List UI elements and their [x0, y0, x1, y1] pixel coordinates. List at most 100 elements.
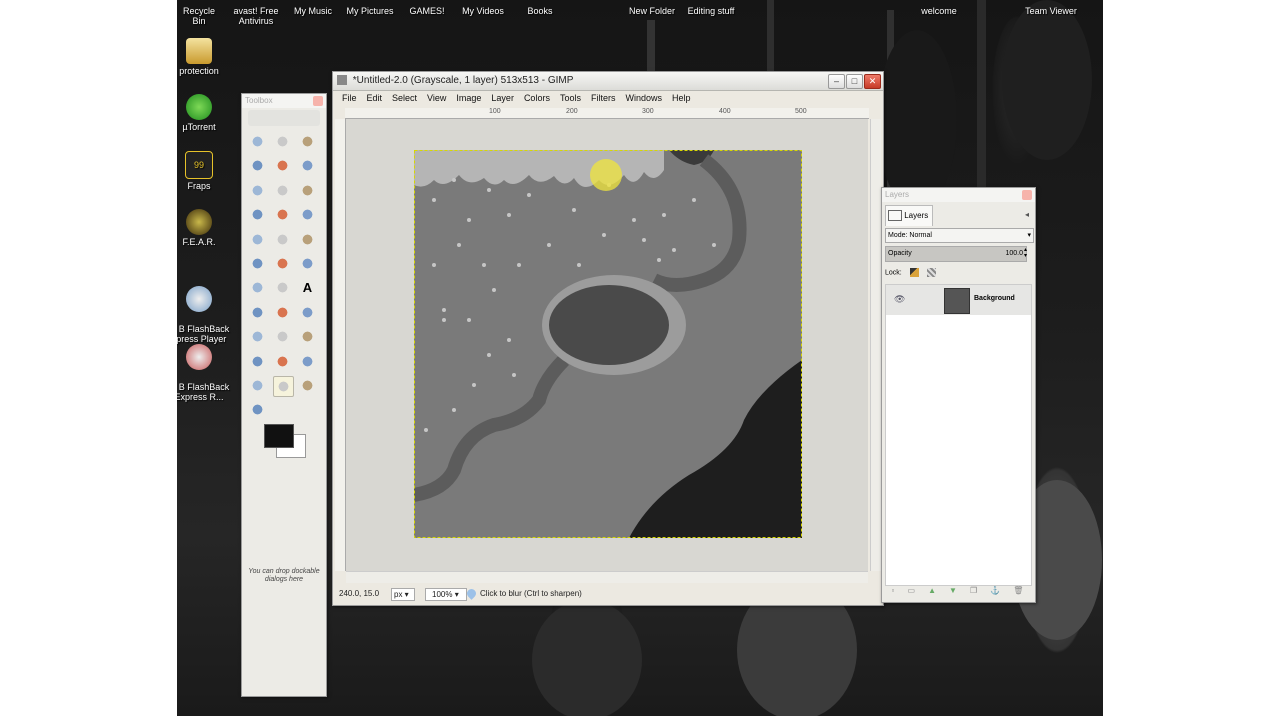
desktop-icon-label: protection [179, 66, 219, 76]
fuzzy-select-icon[interactable] [248, 156, 267, 176]
flip-icon[interactable] [248, 278, 267, 298]
ruler-tick-label: 100 [489, 108, 501, 115]
bucket-fill-icon[interactable] [248, 302, 267, 322]
cage-transform-icon[interactable] [273, 278, 292, 298]
desktop-icon-games[interactable]: GAMES! [407, 6, 447, 16]
duplicate-layer-icon[interactable]: ❐ [970, 586, 977, 598]
desktop-icon-label: F.E.A.R. [182, 237, 216, 247]
zoom-select[interactable]: 100% ▾ [425, 588, 467, 601]
ink-icon[interactable] [248, 351, 267, 371]
menu-windows[interactable]: Windows [620, 91, 667, 106]
image-canvas[interactable] [414, 150, 802, 538]
tool-grid: A [242, 128, 326, 420]
desktop-icon-avast[interactable]: avast! Free Antivirus [232, 6, 280, 26]
new-layer-icon[interactable]: ▫ [892, 586, 895, 598]
raise-layer-icon[interactable]: ▲ [928, 586, 936, 598]
desktop-icon-team-viewer[interactable]: Team Viewer [1025, 6, 1077, 16]
menu-select[interactable]: Select [387, 91, 422, 106]
desktop-icon-utorrent[interactable]: µTorrent [177, 94, 234, 132]
layer-list: 👁 Background [885, 284, 1032, 586]
color-picker-icon[interactable] [298, 180, 317, 200]
unit-select[interactable]: px ▾ [391, 588, 415, 601]
minimize-button[interactable]: – [828, 74, 845, 89]
select-by-color-icon[interactable] [273, 156, 292, 176]
desktop-icon-my-music[interactable]: My Music [293, 6, 333, 16]
align-icon[interactable] [248, 229, 267, 249]
desktop-icon-my-videos[interactable]: My Videos [461, 6, 505, 16]
text-tool-icon[interactable]: A [298, 278, 317, 297]
menu-filters[interactable]: Filters [586, 91, 621, 106]
menu-help[interactable]: Help [667, 91, 696, 106]
lock-label: Lock: [885, 269, 902, 277]
mode-select[interactable]: Mode: Normal ▾ [885, 228, 1034, 243]
airbrush-icon[interactable] [298, 327, 317, 347]
layer-row[interactable]: 👁 Background [886, 285, 1031, 315]
scissors-select-icon[interactable] [298, 156, 317, 176]
desktop-icon-my-pictures[interactable]: My Pictures [345, 6, 395, 16]
close-button[interactable]: ✕ [864, 74, 881, 89]
perspective-icon[interactable] [298, 254, 317, 273]
free-select-icon[interactable] [298, 132, 317, 151]
wilber-drop-area [248, 110, 320, 126]
desktop-icon-flashback-recorder[interactable]: B FlashBack Express R... [177, 324, 234, 412]
lower-layer-icon[interactable]: ▼ [949, 586, 957, 598]
zoom-icon[interactable] [248, 205, 267, 225]
menu-layer[interactable]: Layer [486, 91, 519, 106]
menu-tools[interactable]: Tools [555, 91, 586, 106]
opacity-spin-buttons[interactable]: ▴ ▾ [1024, 247, 1027, 259]
heal-icon[interactable] [298, 351, 317, 371]
foreground-select-icon[interactable] [248, 180, 267, 200]
scale-icon[interactable] [248, 254, 267, 273]
horizontal-scrollbar[interactable] [346, 571, 868, 583]
desktop-icon-editing-stuff[interactable]: Editing stuff [685, 6, 737, 16]
shear-icon[interactable] [273, 254, 292, 273]
anchor-layer-icon[interactable]: ⚓ [990, 586, 1000, 598]
paintbrush-icon[interactable] [248, 327, 267, 347]
toolbox-close-icon[interactable] [313, 96, 323, 106]
desktop-icon-welcome[interactable]: welcome [917, 6, 961, 16]
opacity-slider[interactable]: Opacity 100.0 [885, 246, 1027, 262]
eye-icon[interactable]: 👁 [894, 294, 905, 305]
ruler-tick-label: 400 [719, 108, 731, 115]
menu-image[interactable]: Image [451, 91, 486, 106]
lock-alpha-icon[interactable] [926, 268, 936, 277]
move-icon[interactable] [298, 205, 317, 225]
rotate-icon[interactable] [298, 229, 317, 249]
tab-menu-icon[interactable]: ◂ [1025, 210, 1029, 219]
new-group-icon[interactable]: ▭ [907, 586, 915, 598]
desktop-icon-protection[interactable]: protection [177, 38, 234, 76]
eraser-icon[interactable] [273, 327, 292, 347]
measure-icon[interactable] [273, 205, 292, 225]
dodge-burn-icon[interactable] [248, 400, 267, 420]
menu-colors[interactable]: Colors [519, 91, 555, 106]
pencil-icon[interactable] [298, 302, 317, 322]
desktop-icon-fraps[interactable]: 99 Fraps [177, 151, 234, 191]
crop-icon[interactable] [273, 229, 292, 249]
smudge-icon[interactable] [298, 376, 317, 395]
menu-file[interactable]: File [337, 91, 362, 106]
paths-icon[interactable] [273, 180, 292, 200]
delete-layer-icon[interactable]: 🗑 [1013, 586, 1023, 598]
desktop-icon-new-folder[interactable]: New Folder [627, 6, 677, 16]
blend-icon[interactable] [273, 302, 292, 322]
maximize-button[interactable]: □ [846, 74, 863, 89]
tab-layers[interactable]: Layers [885, 205, 933, 226]
menu-view[interactable]: View [422, 91, 451, 106]
clone-icon[interactable] [273, 351, 292, 371]
menu-edit[interactable]: Edit [362, 91, 388, 106]
desktop-icon-label: Fraps [187, 181, 211, 191]
blur-sharpen-icon[interactable] [273, 376, 294, 397]
layers-close-icon[interactable] [1022, 190, 1032, 200]
layer-name[interactable]: Background [974, 295, 1015, 302]
desktop-icon-fear[interactable]: F.E.A.R. [177, 209, 234, 247]
desktop-icon-books[interactable]: Books [523, 6, 557, 16]
unit-value: px [394, 590, 403, 599]
ellipse-select-icon[interactable] [273, 132, 292, 151]
perspective-clone-icon[interactable] [248, 376, 267, 395]
rect-select-icon[interactable] [248, 132, 267, 151]
canvas-area[interactable] [346, 119, 868, 571]
gimp-window-title: *Untitled-2.0 (Grayscale, 1 layer) 513x5… [352, 75, 574, 86]
lock-pixels-icon[interactable] [909, 268, 919, 277]
desktop-icon-recycle-bin[interactable]: Recycle Bin [177, 6, 221, 26]
vertical-scrollbar[interactable] [870, 119, 881, 571]
